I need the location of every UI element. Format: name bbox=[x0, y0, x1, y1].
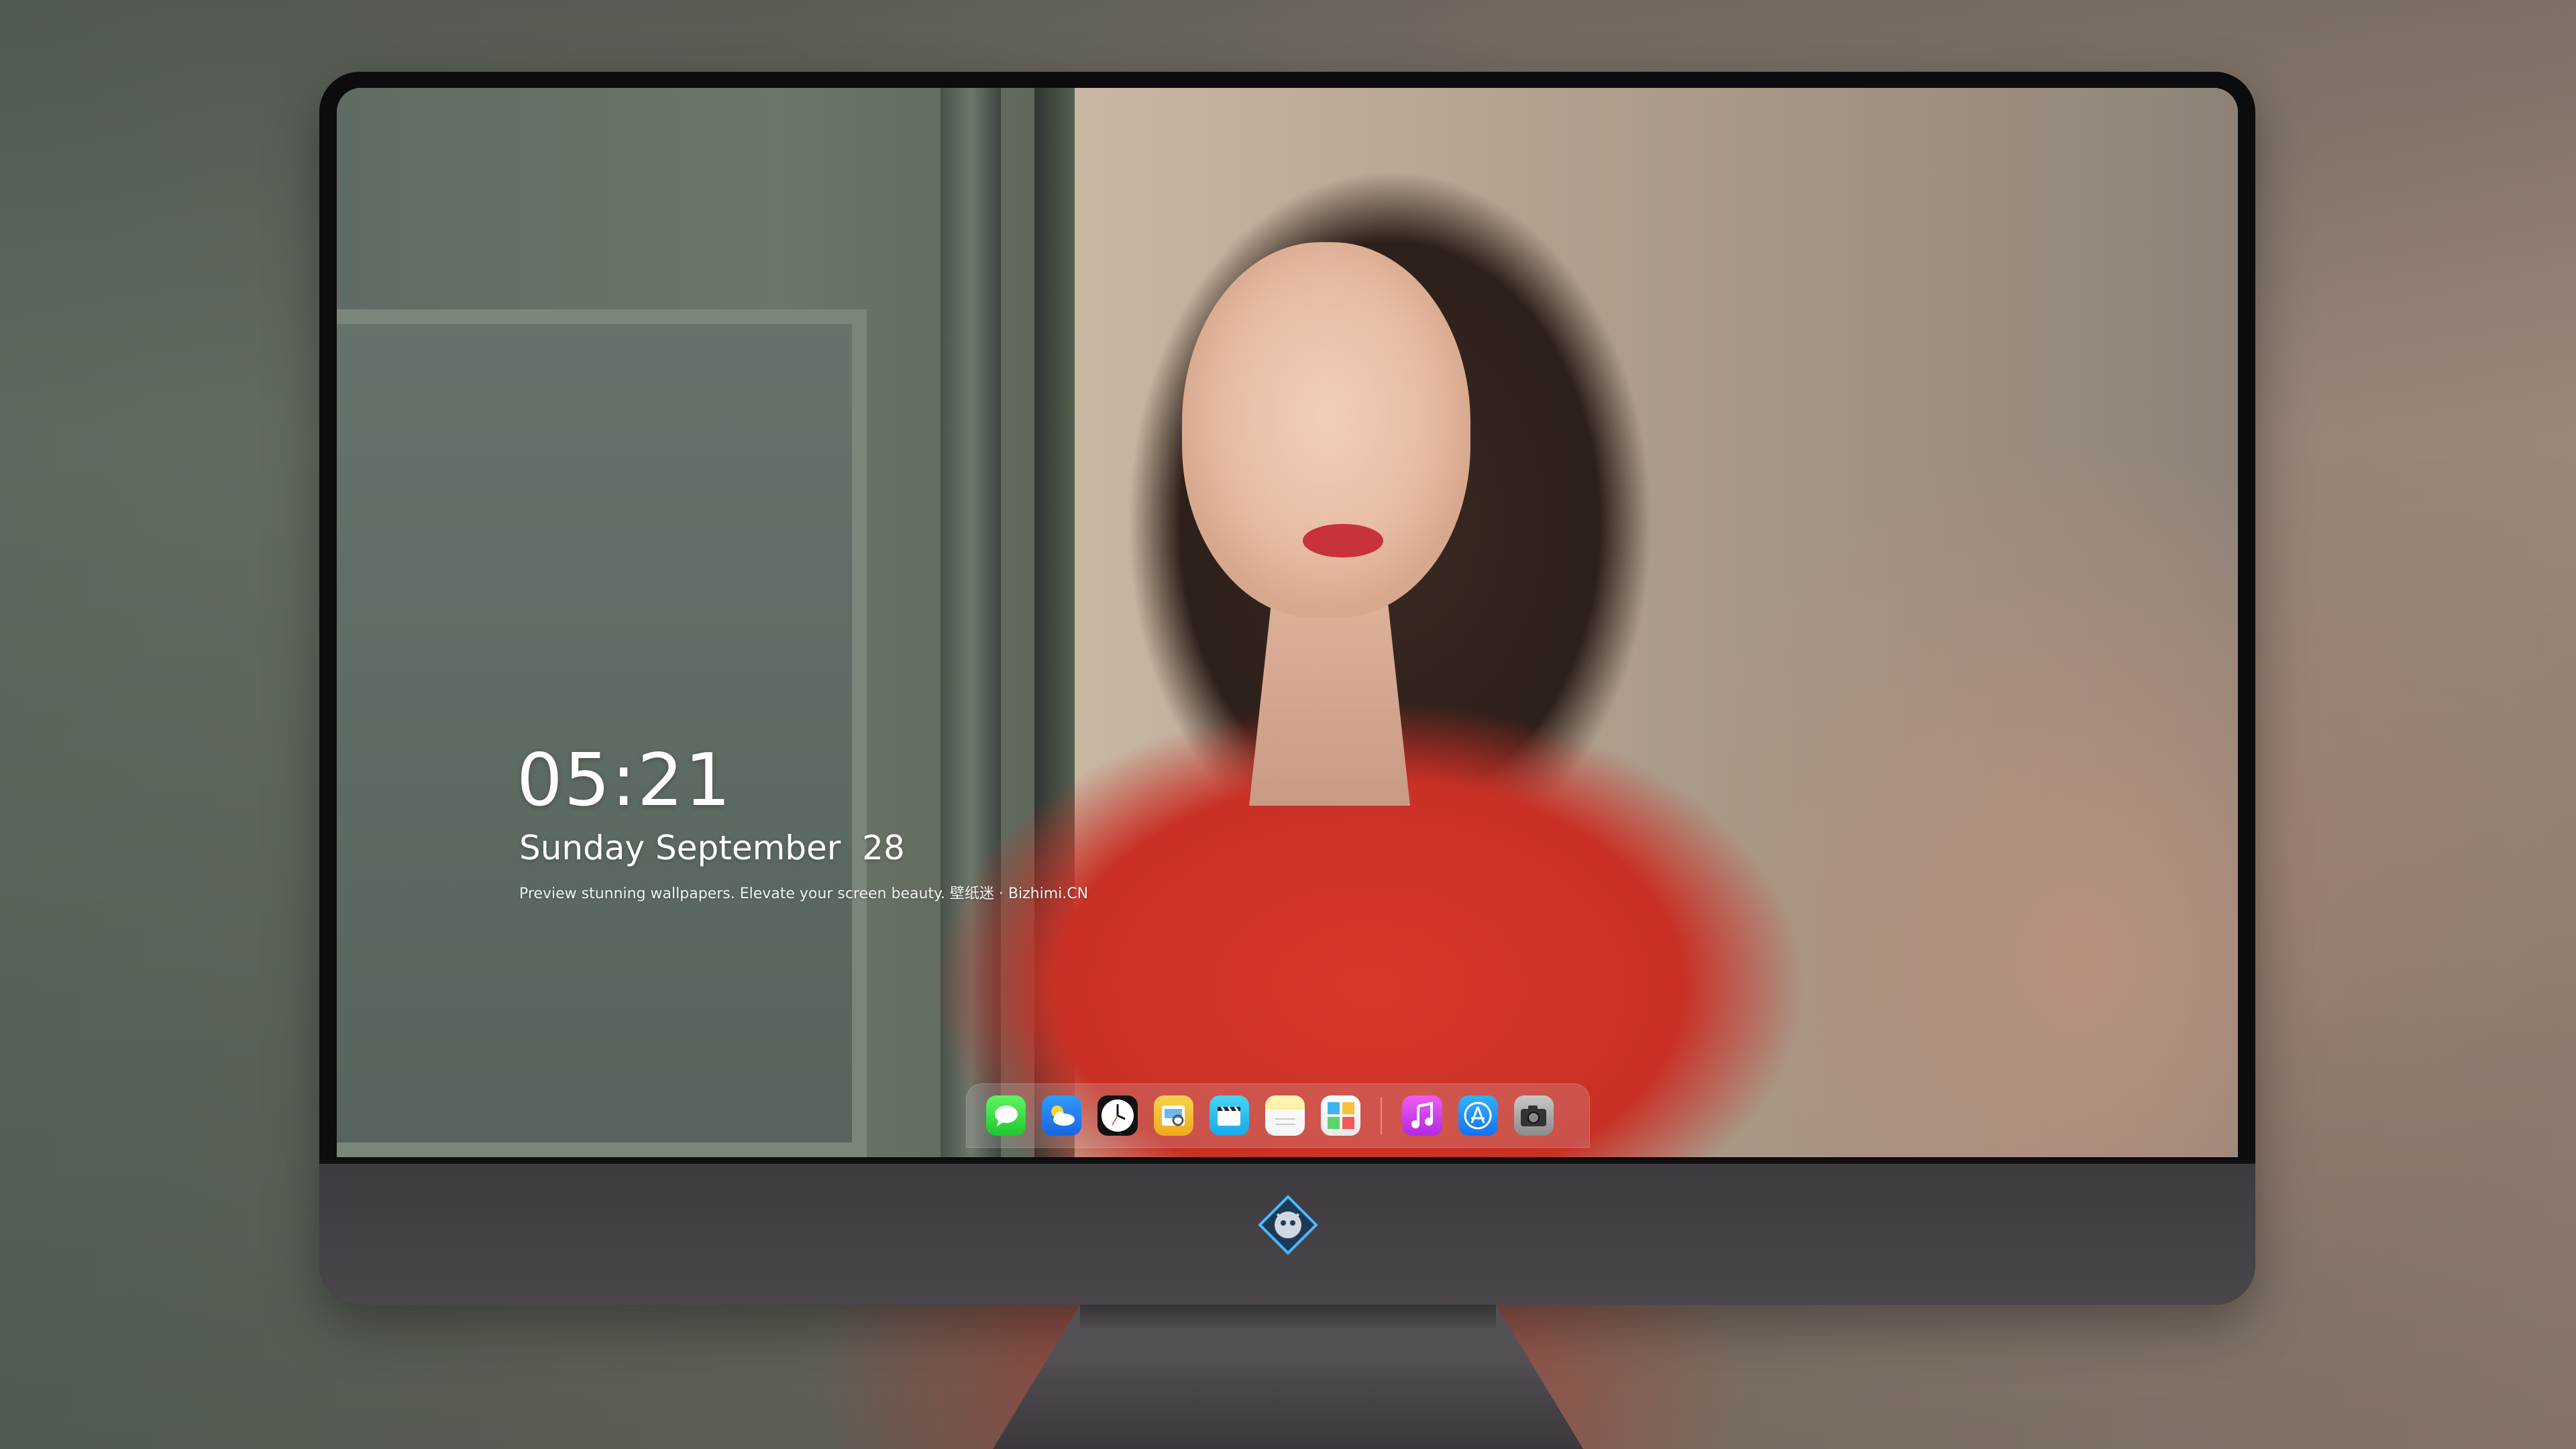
monitor-chin bbox=[319, 1160, 2255, 1305]
preview-icon[interactable] bbox=[1153, 1095, 1193, 1136]
desktop-screen: 05:21 Sunday September 28 Preview stunni… bbox=[337, 88, 2238, 1157]
dock bbox=[966, 1083, 1590, 1148]
wallpaper-figure-lips bbox=[1303, 524, 1383, 557]
stand-shadow bbox=[1080, 1305, 1496, 1332]
clips-icon[interactable] bbox=[1209, 1095, 1250, 1136]
photos-icon[interactable] bbox=[1321, 1095, 1361, 1136]
brand-logo-icon bbox=[1258, 1195, 1318, 1255]
app-store-icon[interactable] bbox=[1458, 1095, 1498, 1136]
dock-separator bbox=[1381, 1097, 1383, 1134]
lock-tagline: Preview stunning wallpapers. Elevate you… bbox=[519, 885, 1089, 902]
lock-date: Sunday September 28 bbox=[519, 828, 905, 867]
clock-icon[interactable] bbox=[1097, 1095, 1138, 1136]
messages-icon[interactable] bbox=[986, 1095, 1026, 1136]
notes-icon[interactable] bbox=[1265, 1095, 1305, 1136]
monitor-frame: 05:21 Sunday September 28 Preview stunni… bbox=[319, 72, 2255, 1305]
camera-icon[interactable] bbox=[1513, 1095, 1554, 1136]
music-icon[interactable] bbox=[1402, 1095, 1442, 1136]
wallpaper-figure-face bbox=[1182, 242, 1470, 618]
lock-clock: 05:21 bbox=[517, 739, 733, 822]
weather-icon[interactable] bbox=[1042, 1095, 1082, 1136]
